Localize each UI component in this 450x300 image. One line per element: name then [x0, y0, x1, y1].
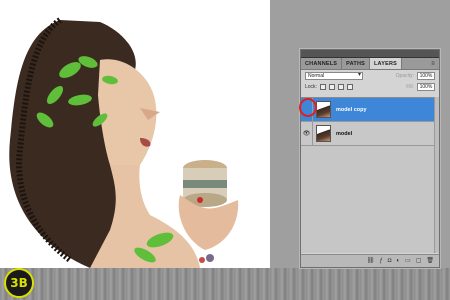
layer-row-model-copy[interactable]: model copy — [301, 97, 439, 122]
blend-mode-select[interactable]: Normal — [305, 71, 363, 80]
lock-image-icon[interactable] — [328, 83, 335, 90]
blend-row: Normal Opacity: 100% — [301, 70, 439, 81]
layer-name[interactable]: model — [336, 131, 352, 137]
layers-panel: CHANNELS PATHS LAYERS ≡ Normal Opacity: … — [300, 49, 440, 268]
trash-icon[interactable]: 🗑 — [426, 257, 434, 265]
fill-field[interactable]: 100% — [417, 82, 435, 91]
fx-icon[interactable]: ƒ — [379, 257, 382, 265]
opacity-label: Opacity: — [395, 72, 414, 79]
panel-tabs: CHANNELS PATHS LAYERS ≡ — [301, 58, 439, 70]
layer-thumbnail — [316, 125, 331, 142]
lock-label: Lock: — [305, 83, 317, 90]
new-layer-icon[interactable]: ▢ — [416, 257, 422, 265]
model-photo — [9, 17, 239, 268]
layers-scrollbar[interactable] — [434, 97, 439, 253]
eye-icon[interactable]: 👁 — [301, 121, 313, 146]
brand-logo: 3B — [4, 268, 34, 298]
document-canvas[interactable] — [0, 0, 270, 268]
lock-transparent-icon[interactable] — [319, 83, 326, 90]
group-icon[interactable]: ▭ — [405, 257, 411, 265]
tab-channels[interactable]: CHANNELS — [301, 58, 343, 69]
lock-row: Lock: Fill: 100% — [301, 81, 439, 92]
lock-all-icon[interactable] — [346, 83, 353, 90]
panel-footer: ⛓ ƒ ◘ ◐ ▭ ▢ 🗑 — [301, 254, 439, 267]
tab-layers[interactable]: LAYERS — [369, 58, 402, 69]
layer-row-model[interactable]: 👁 model — [301, 121, 439, 146]
layer-thumbnail — [316, 101, 331, 118]
tab-paths[interactable]: PATHS — [342, 58, 370, 69]
bottom-strip — [0, 268, 450, 300]
layers-list: model copy 👁 model — [301, 97, 439, 253]
fill-label: Fill: — [406, 83, 414, 90]
link-layers-icon[interactable]: ⛓ — [367, 257, 375, 265]
layer-name[interactable]: model copy — [336, 107, 367, 113]
panel-titlebar[interactable] — [301, 50, 439, 58]
mask-icon[interactable]: ◘ — [388, 257, 392, 265]
panel-menu-icon[interactable]: ≡ — [427, 58, 439, 69]
opacity-field[interactable]: 100% — [417, 71, 435, 80]
highlight-circle — [299, 98, 317, 117]
adjustment-icon[interactable]: ◐ — [396, 257, 400, 265]
lock-position-icon[interactable] — [337, 83, 344, 90]
